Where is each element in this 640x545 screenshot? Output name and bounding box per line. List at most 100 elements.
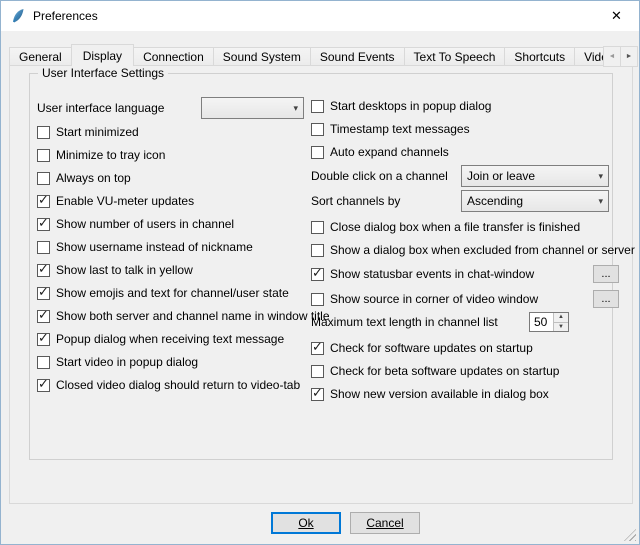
max-text-length-spinner[interactable]: 50 ▲ ▼: [529, 312, 569, 332]
spinner-buttons: ▲ ▼: [553, 313, 568, 331]
double-click-label: Double click on a channel: [311, 168, 448, 184]
dots-label: ...: [601, 269, 610, 279]
language-combo[interactable]: ▾: [201, 97, 304, 119]
checkbox-server-channel-in-title[interactable]: Show both server and channel name in win…: [37, 308, 330, 324]
video-source-config-button[interactable]: ...: [593, 290, 619, 308]
checkbox-minimize-to-tray[interactable]: Minimize to tray icon: [37, 147, 165, 163]
checkbox-check-beta-updates[interactable]: Check for beta software updates on start…: [311, 363, 559, 379]
checkbox-label: Close dialog box when a file transfer is…: [330, 220, 580, 234]
ok-button-label: Ok: [298, 516, 313, 530]
checkbox-box[interactable]: [311, 268, 324, 281]
spin-up-icon[interactable]: ▲: [554, 313, 568, 323]
checkbox-popup-text-message[interactable]: Popup dialog when receiving text message: [37, 331, 284, 347]
checkbox-start-desktops-popup[interactable]: Start desktops in popup dialog: [311, 98, 491, 114]
checkbox-show-emojis[interactable]: Show emojis and text for channel/user st…: [37, 285, 289, 301]
checkbox-box[interactable]: [311, 365, 324, 378]
field-label: Double click on a channel: [311, 169, 448, 183]
checkbox-start-video-popup[interactable]: Start video in popup dialog: [37, 354, 198, 370]
tab-sound-system[interactable]: Sound System: [213, 47, 311, 66]
group-title: User Interface Settings: [38, 66, 168, 80]
language-label: User interface language: [37, 101, 164, 115]
checkbox-label: Start video in popup dialog: [56, 355, 198, 369]
checkbox-box[interactable]: [37, 264, 50, 277]
checkbox-check-updates[interactable]: Check for software updates on startup: [311, 340, 533, 356]
checkbox-start-minimized[interactable]: Start minimized: [37, 124, 139, 140]
tab-shortcuts[interactable]: Shortcuts: [504, 47, 575, 66]
tab-general[interactable]: General: [9, 47, 72, 66]
checkbox-box[interactable]: [37, 356, 50, 369]
checkbox-box[interactable]: [37, 126, 50, 139]
sort-channels-combo[interactable]: Ascending ▾: [461, 190, 609, 212]
checkbox-auto-expand-channels[interactable]: Auto expand channels: [311, 144, 449, 160]
ui-settings-group: User Interface Settings User interface l…: [29, 73, 613, 460]
app-logo-icon: [10, 8, 26, 24]
checkbox-label: Check for beta software updates on start…: [330, 364, 559, 378]
checkbox-box[interactable]: [311, 100, 324, 113]
tab-scroll-right-icon[interactable]: ►: [620, 46, 638, 67]
preferences-dialog: Preferences ✕ General Display Connection…: [0, 0, 640, 545]
tab-bar: General Display Connection Sound System …: [9, 43, 639, 66]
checkbox-box[interactable]: [37, 195, 50, 208]
checkbox-box[interactable]: [311, 388, 324, 401]
close-icon[interactable]: ✕: [594, 1, 639, 31]
checkbox-box[interactable]: [311, 123, 324, 136]
checkbox-box[interactable]: [37, 333, 50, 346]
cancel-button-label: Cancel: [366, 516, 403, 530]
checkbox-label: Always on top: [56, 171, 131, 185]
tab-connection[interactable]: Connection: [133, 47, 214, 66]
checkbox-label: Show source in corner of video window: [330, 292, 538, 306]
checkbox-closed-video-return[interactable]: Closed video dialog should return to vid…: [37, 377, 300, 393]
checkbox-timestamp-messages[interactable]: Timestamp text messages: [311, 121, 470, 137]
checkbox-show-new-version[interactable]: Show new version available in dialog box: [311, 386, 549, 402]
checkbox-box[interactable]: [37, 310, 50, 323]
statusbar-events-config-button[interactable]: ...: [593, 265, 619, 283]
checkbox-box[interactable]: [37, 287, 50, 300]
checkbox-label: Show both server and channel name in win…: [56, 309, 330, 323]
cancel-button[interactable]: Cancel: [350, 512, 420, 534]
checkbox-box[interactable]: [311, 146, 324, 159]
resize-grip[interactable]: [624, 529, 636, 541]
checkbox-label: Closed video dialog should return to vid…: [56, 378, 300, 392]
checkbox-video-source-corner[interactable]: Show source in corner of video window: [311, 291, 538, 307]
checkbox-close-filetransfer-dialog[interactable]: Close dialog box when a file transfer is…: [311, 219, 580, 235]
checkbox-label: Enable VU-meter updates: [56, 194, 194, 208]
spin-down-icon[interactable]: ▼: [554, 323, 568, 332]
sort-channels-label: Sort channels by: [311, 193, 400, 209]
tab-display[interactable]: Display: [71, 44, 134, 66]
language-row: User interface language: [37, 100, 164, 116]
checkbox-box[interactable]: [37, 218, 50, 231]
checkbox-box[interactable]: [311, 221, 324, 234]
checkbox-label: Show emojis and text for channel/user st…: [56, 286, 289, 300]
checkbox-box[interactable]: [37, 241, 50, 254]
checkbox-box[interactable]: [311, 293, 324, 306]
checkbox-last-talk-yellow[interactable]: Show last to talk in yellow: [37, 262, 193, 278]
checkbox-box[interactable]: [311, 342, 324, 355]
field-label: Sort channels by: [311, 194, 400, 208]
checkbox-enable-vu-meter[interactable]: Enable VU-meter updates: [37, 193, 194, 209]
checkbox-always-on-top[interactable]: Always on top: [37, 170, 131, 186]
checkbox-label: Start desktops in popup dialog: [330, 99, 491, 113]
checkbox-show-username[interactable]: Show username instead of nickname: [37, 239, 253, 255]
checkbox-label: Show new version available in dialog box: [330, 387, 549, 401]
checkbox-label: Start minimized: [56, 125, 139, 139]
ok-button[interactable]: Ok: [271, 512, 341, 534]
checkbox-box[interactable]: [37, 379, 50, 392]
checkbox-statusbar-events[interactable]: Show statusbar events in chat-window: [311, 266, 534, 282]
max-text-length-label: Maximum text length in channel list: [311, 314, 498, 330]
checkbox-box[interactable]: [37, 149, 50, 162]
checkbox-label: Show last to talk in yellow: [56, 263, 193, 277]
checkbox-label: Show username instead of nickname: [56, 240, 253, 254]
dots-label: ...: [601, 294, 610, 304]
tab-sound-events[interactable]: Sound Events: [310, 47, 405, 66]
spinner-value[interactable]: 50: [530, 313, 553, 331]
checkbox-box[interactable]: [37, 172, 50, 185]
chevron-down-icon: ▾: [598, 171, 603, 182]
checkbox-show-excluded-dialog[interactable]: Show a dialog box when excluded from cha…: [311, 242, 635, 258]
checkbox-show-user-count[interactable]: Show number of users in channel: [37, 216, 234, 232]
double-click-combo[interactable]: Join or leave ▾: [461, 165, 609, 187]
checkbox-box[interactable]: [311, 244, 324, 257]
tab-text-to-speech[interactable]: Text To Speech: [404, 47, 506, 66]
tab-scroll-buttons: ◄ ►: [604, 46, 638, 67]
titlebar[interactable]: Preferences ✕: [1, 1, 639, 31]
tab-scroll-left-icon[interactable]: ◄: [603, 46, 621, 67]
